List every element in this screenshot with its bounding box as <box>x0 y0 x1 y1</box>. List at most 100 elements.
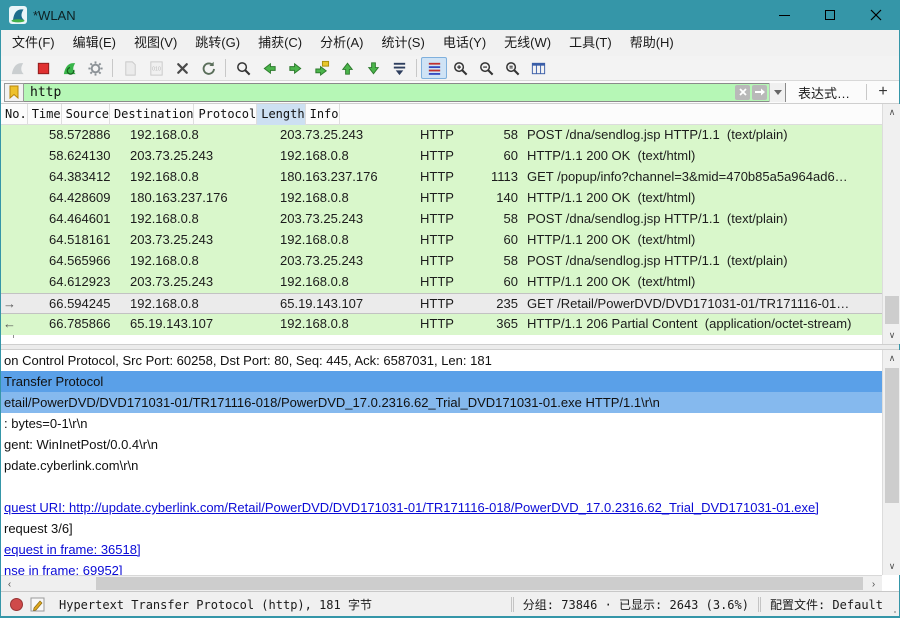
close-button[interactable] <box>853 0 899 30</box>
menu-item[interactable]: 视图(V) <box>125 30 186 56</box>
close-file-icon[interactable] <box>169 57 195 79</box>
bookmark-icon <box>9 85 19 99</box>
capture-comment-icon[interactable] <box>30 597 45 612</box>
cell-time: 58.572886 <box>49 127 111 142</box>
display-filter-input[interactable] <box>24 83 735 101</box>
first-packet-icon[interactable] <box>334 57 360 79</box>
menu-item[interactable]: 编辑(E) <box>64 30 125 56</box>
detail-line[interactable] <box>1 476 882 497</box>
save-file-icon[interactable]: 010 <box>143 57 169 79</box>
column-header[interactable]: Info <box>306 104 340 125</box>
zoom-out-icon[interactable] <box>473 57 499 79</box>
menu-item[interactable]: 帮助(H) <box>621 30 683 56</box>
packet-row[interactable]: 64.464601 192.168.0.8 203.73.25.243 HTTP… <box>1 209 882 230</box>
cell-destination: 203.73.25.243 <box>280 127 364 142</box>
filter-apply-button[interactable] <box>752 84 767 100</box>
auto-scroll-icon[interactable] <box>386 57 412 79</box>
detail-line[interactable]: request 3/6] <box>1 518 882 539</box>
detail-line[interactable]: etail/PowerDVD/DVD171031-01/TR171116-018… <box>1 392 882 413</box>
packet-row[interactable]: 58.624130 203.73.25.243 192.168.0.8 HTTP… <box>1 146 882 167</box>
detail-line[interactable]: on Control Protocol, Src Port: 60258, Ds… <box>1 350 882 371</box>
cell-source: 192.168.0.8 <box>130 127 199 142</box>
detail-line[interactable]: pdate.cyberlink.com\r\n <box>1 455 882 476</box>
find-packet-icon[interactable] <box>230 57 256 79</box>
add-filter-button[interactable]: + <box>873 83 893 101</box>
maximize-button[interactable] <box>807 0 853 30</box>
cell-no: ← <box>1 314 45 335</box>
cell-length: 58 <box>503 253 518 268</box>
packet-row[interactable]: 64.565966 192.168.0.8 203.73.25.243 HTTP… <box>1 251 882 272</box>
expert-info-icon[interactable] <box>10 597 23 611</box>
packet-row[interactable]: → 66.594245 192.168.0.8 65.19.143.107 HT… <box>1 293 882 314</box>
zoom-in-icon[interactable] <box>447 57 473 79</box>
column-header[interactable]: Time <box>28 104 62 125</box>
open-file-icon[interactable] <box>117 57 143 79</box>
detail-line[interactable]: : bytes=0-1\r\n <box>1 413 882 434</box>
column-header[interactable]: Protocol <box>194 104 258 125</box>
scroll-up-icon[interactable]: ∧ <box>883 104 900 121</box>
display-filter-field <box>24 82 786 102</box>
menu-item[interactable]: 跳转(G) <box>186 30 249 56</box>
last-packet-icon[interactable] <box>360 57 386 79</box>
scroll-down-icon[interactable]: ∨ <box>883 558 900 575</box>
packet-row[interactable]: 58.572886 192.168.0.8 203.73.25.243 HTTP… <box>1 125 882 146</box>
menu-item[interactable]: 统计(S) <box>372 30 433 56</box>
previous-packet-icon[interactable] <box>256 57 282 79</box>
status-profile[interactable]: 配置文件: Default <box>770 596 883 613</box>
scroll-down-icon[interactable]: ∨ <box>883 327 900 344</box>
filter-bookmark-button[interactable] <box>4 82 24 102</box>
stop-capture-icon[interactable] <box>30 57 56 79</box>
next-packet-icon[interactable] <box>282 57 308 79</box>
resize-columns-icon[interactable] <box>525 57 551 79</box>
scroll-right-icon[interactable]: › <box>865 576 882 592</box>
detail-line[interactable]: quest URI: http://update.cyberlink.com/R… <box>1 497 882 518</box>
status-separator <box>510 596 514 612</box>
detail-line[interactable]: gent: WinInetPost/0.0.4\r\n <box>1 434 882 455</box>
scrollbar-thumb[interactable] <box>885 368 899 503</box>
packet-row[interactable]: ← 66.785866 65.19.143.107 192.168.0.8 HT… <box>1 314 882 335</box>
start-capture-icon[interactable] <box>4 57 30 79</box>
scroll-left-icon[interactable]: ‹ <box>1 576 18 592</box>
column-header[interactable]: Source <box>62 104 110 125</box>
filter-history-dropdown[interactable] <box>769 82 785 102</box>
cell-no <box>1 251 45 272</box>
menu-item[interactable]: 电话(Y) <box>434 30 495 56</box>
packet-row[interactable]: 64.518161 203.73.25.243 192.168.0.8 HTTP… <box>1 230 882 251</box>
column-header[interactable]: Destination <box>110 104 195 125</box>
menu-item[interactable]: 捕获(C) <box>249 30 311 56</box>
scrollbar-thumb[interactable] <box>96 577 863 590</box>
filter-separator <box>866 84 868 100</box>
cell-destination: 192.168.0.8 <box>280 190 349 205</box>
packet-row[interactable]: 64.383412 192.168.0.8 180.163.237.176 HT… <box>1 167 882 188</box>
scroll-up-icon[interactable]: ∧ <box>883 350 900 367</box>
goto-packet-icon[interactable] <box>308 57 334 79</box>
scrollbar-thumb[interactable] <box>885 296 899 324</box>
menu-item[interactable]: 文件(F) <box>3 30 64 56</box>
column-header[interactable]: Length <box>257 104 306 125</box>
packet-row[interactable]: 64.612923 203.73.25.243 192.168.0.8 HTTP… <box>1 272 882 293</box>
filter-clear-button[interactable] <box>735 84 750 100</box>
minimize-button[interactable] <box>761 0 807 30</box>
resize-grip[interactable] <box>894 611 896 613</box>
detail-line[interactable]: Transfer Protocol <box>1 371 882 392</box>
details-horizontal-scrollbar[interactable]: ‹ › <box>1 575 882 591</box>
titlebar: *WLAN <box>1 0 899 30</box>
detail-line[interactable]: nse in frame: 69952] <box>1 560 882 575</box>
cell-destination: 65.19.143.107 <box>280 296 364 311</box>
menu-item[interactable]: 无线(W) <box>495 30 560 56</box>
packet-list-scrollbar[interactable]: ∧ ∨ <box>882 104 900 344</box>
cell-protocol: HTTP <box>420 211 454 226</box>
column-header[interactable]: No. <box>1 104 28 125</box>
packet-row[interactable]: 64.428609 180.163.237.176 192.168.0.8 HT… <box>1 188 882 209</box>
details-scrollbar[interactable]: ∧ ∨ <box>882 350 900 575</box>
colorize-packets-icon[interactable] <box>421 57 447 79</box>
capture-options-icon[interactable] <box>82 57 108 79</box>
zoom-reset-icon[interactable] <box>499 57 525 79</box>
menu-item[interactable]: 工具(T) <box>560 30 621 56</box>
cell-no <box>1 188 45 209</box>
menu-item[interactable]: 分析(A) <box>311 30 372 56</box>
detail-line[interactable]: equest in frame: 36518] <box>1 539 882 560</box>
restart-capture-icon[interactable] <box>56 57 82 79</box>
reload-file-icon[interactable] <box>195 57 221 79</box>
expression-button[interactable]: 表达式… <box>798 83 850 102</box>
